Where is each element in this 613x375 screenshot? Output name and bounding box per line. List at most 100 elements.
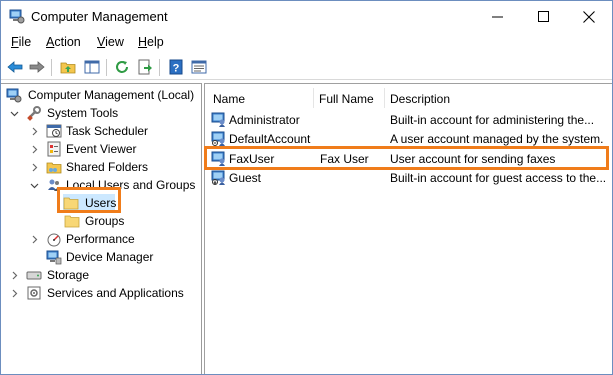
user-icon bbox=[211, 170, 225, 185]
system-tools-icon bbox=[27, 106, 41, 121]
chevron-down-icon[interactable] bbox=[29, 176, 39, 194]
tree-item-event-viewer[interactable]: Event Viewer bbox=[1, 140, 201, 158]
help-button[interactable]: ? bbox=[167, 58, 185, 76]
shared-folder-icon bbox=[46, 162, 62, 174]
tree-label: Device Manager bbox=[66, 250, 154, 264]
result-list-pane[interactable]: Name Full Name Description Administrator… bbox=[204, 83, 612, 374]
list-row-guest[interactable]: Guest Built-in account for guest access … bbox=[205, 168, 613, 187]
tree-label: Task Scheduler bbox=[66, 124, 149, 138]
menu-action-rest: ction bbox=[54, 35, 81, 49]
menu-file-accel: F bbox=[11, 35, 19, 49]
menu-file-rest: ile bbox=[18, 35, 32, 49]
event-viewer-icon bbox=[47, 141, 61, 157]
chevron-right-icon[interactable] bbox=[29, 230, 39, 248]
tree-label: Performance bbox=[66, 232, 135, 246]
forward-arrow-icon bbox=[29, 61, 45, 73]
performance-icon bbox=[47, 233, 61, 247]
device-manager-icon bbox=[46, 250, 62, 265]
user-icon bbox=[211, 131, 225, 146]
computer-management-window: Computer Management File Action View Hel… bbox=[0, 0, 613, 375]
up-folder-icon bbox=[60, 62, 76, 74]
maximize-icon bbox=[537, 11, 549, 22]
tree-item-task-scheduler[interactable]: Task Scheduler bbox=[1, 122, 201, 140]
show-hide-console-tree-icon bbox=[84, 60, 100, 74]
users-highlight-box bbox=[57, 187, 121, 213]
cell-name: Administrator bbox=[229, 113, 300, 127]
storage-icon bbox=[26, 271, 42, 280]
menu-help-rest: elp bbox=[147, 35, 164, 49]
back-button[interactable] bbox=[6, 58, 24, 76]
toolbar-separator bbox=[106, 59, 107, 76]
chevron-right-icon[interactable] bbox=[29, 140, 39, 158]
menu-view[interactable]: View bbox=[97, 35, 124, 49]
console-tree-pane[interactable]: Computer Management (Local) System Tools… bbox=[1, 83, 202, 374]
cell-name: Guest bbox=[229, 171, 262, 185]
tree-label: Event Viewer bbox=[66, 142, 137, 156]
cell-description: Built-in account for guest access to the… bbox=[390, 171, 607, 185]
computer-management-icon bbox=[9, 9, 25, 24]
menu-help[interactable]: Help bbox=[138, 35, 164, 49]
help-icon: ? bbox=[169, 59, 183, 75]
chevron-down-icon[interactable] bbox=[9, 104, 19, 122]
tree-item-device-manager[interactable]: Device Manager bbox=[1, 248, 201, 266]
cell-description: A user account managed by the system. bbox=[390, 132, 604, 146]
minimize-button[interactable] bbox=[474, 1, 520, 32]
show-hide-console-tree-button[interactable] bbox=[83, 58, 101, 76]
column-divider[interactable] bbox=[384, 88, 385, 108]
menu-view-accel: V bbox=[97, 35, 106, 49]
column-header-full-name[interactable]: Full Name bbox=[319, 92, 374, 106]
window-title: Computer Management bbox=[31, 9, 168, 24]
toolbar-separator bbox=[159, 59, 160, 76]
close-button[interactable] bbox=[566, 1, 612, 32]
svg-text:?: ? bbox=[173, 63, 180, 75]
title-bar[interactable]: Computer Management bbox=[1, 1, 612, 32]
column-header-description[interactable]: Description bbox=[390, 92, 450, 106]
tree-label: Computer Management (Local) bbox=[28, 88, 195, 102]
services-applications-icon bbox=[27, 286, 41, 300]
tree-item-shared-folders[interactable]: Shared Folders bbox=[1, 158, 201, 176]
list-row-administrator[interactable]: Administrator Built-in account for admin… bbox=[205, 110, 613, 129]
chevron-right-icon[interactable] bbox=[29, 122, 39, 140]
cell-name: DefaultAccount bbox=[229, 132, 311, 146]
menu-action[interactable]: Action bbox=[46, 35, 81, 49]
menu-help-accel: H bbox=[138, 35, 148, 49]
tree-label: System Tools bbox=[47, 106, 119, 120]
column-divider[interactable] bbox=[313, 88, 314, 108]
minimize-icon bbox=[491, 16, 503, 18]
maximize-button[interactable] bbox=[520, 1, 566, 32]
close-icon bbox=[583, 10, 595, 23]
tree-label: Storage bbox=[47, 268, 90, 282]
menu-view-rest: iew bbox=[105, 35, 124, 49]
cell-description: Built-in account for administering the..… bbox=[390, 113, 595, 127]
toolbar-separator bbox=[51, 59, 52, 76]
refresh-button[interactable] bbox=[113, 58, 131, 76]
up-one-level-button[interactable] bbox=[59, 58, 77, 76]
tree-item-system-tools[interactable]: System Tools bbox=[1, 104, 201, 122]
refresh-icon bbox=[116, 61, 128, 73]
properties-button[interactable] bbox=[190, 58, 208, 76]
user-icon bbox=[211, 112, 225, 127]
tree-item-storage[interactable]: Storage bbox=[1, 266, 201, 284]
chevron-right-icon[interactable] bbox=[9, 266, 19, 284]
menu-file[interactable]: File bbox=[11, 35, 31, 49]
folder-icon bbox=[64, 215, 80, 228]
tree-item-computer-management[interactable]: Computer Management (Local) bbox=[1, 86, 201, 104]
menu-bar: File Action View Help bbox=[1, 32, 612, 53]
toolbar: ? bbox=[1, 54, 612, 80]
tree-item-groups[interactable]: Groups bbox=[1, 212, 201, 230]
back-arrow-icon bbox=[7, 61, 23, 73]
chevron-right-icon[interactable] bbox=[29, 158, 39, 176]
computer-management-icon bbox=[6, 88, 22, 103]
export-list-icon bbox=[138, 59, 152, 75]
faxuser-highlight-box bbox=[204, 146, 609, 170]
export-list-button[interactable] bbox=[136, 58, 154, 76]
tree-label: Services and Applications bbox=[47, 286, 184, 300]
forward-button[interactable] bbox=[28, 58, 46, 76]
chevron-right-icon[interactable] bbox=[9, 284, 19, 302]
task-scheduler-icon bbox=[46, 124, 62, 138]
column-header-name[interactable]: Name bbox=[213, 92, 245, 106]
tree-item-performance[interactable]: Performance bbox=[1, 230, 201, 248]
tree-label: Groups bbox=[85, 214, 125, 228]
properties-icon bbox=[191, 60, 207, 74]
tree-item-services-and-applications[interactable]: Services and Applications bbox=[1, 284, 201, 302]
